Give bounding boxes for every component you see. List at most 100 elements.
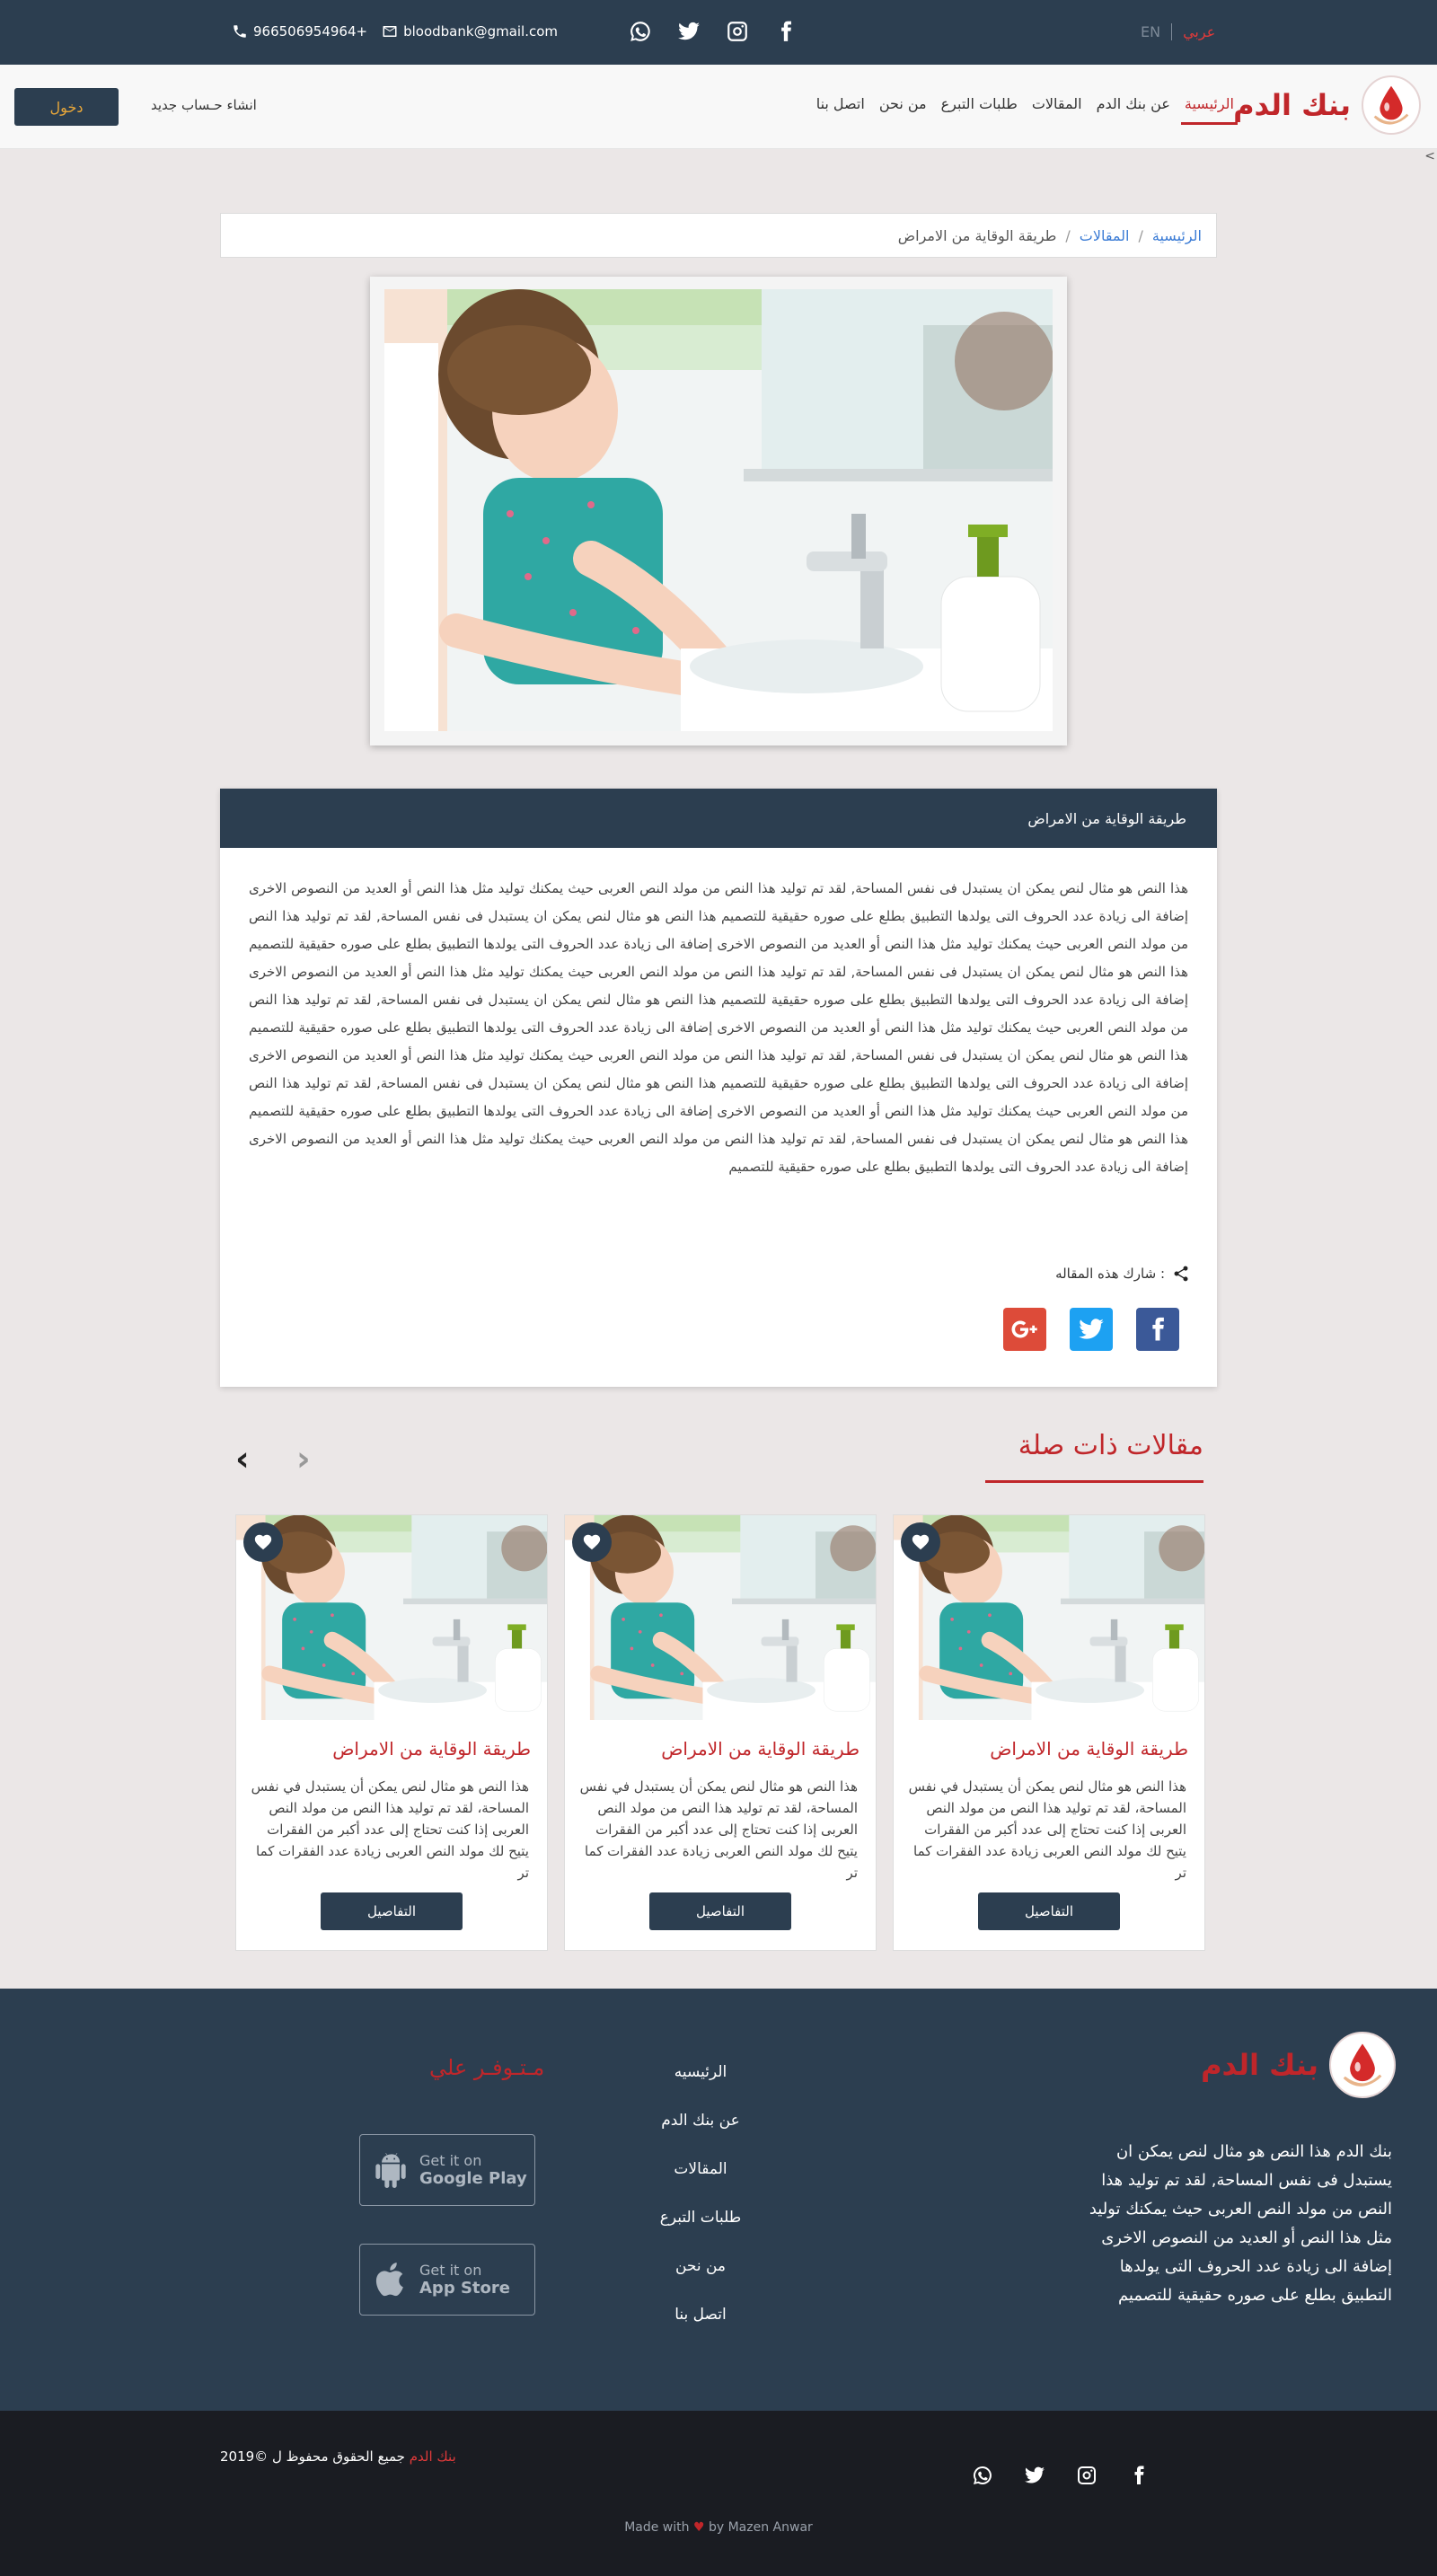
nav-item-about-bloodbank[interactable]: عن بنك الدم — [1097, 95, 1170, 112]
article-card: طريقة الوقاية من الامراض هذا النص هو مثا… — [220, 789, 1217, 1387]
nav-item-donation-requests[interactable]: طلبات التبرع — [941, 95, 1018, 112]
language-switcher: EN عربي — [1141, 23, 1215, 40]
whatsapp-icon[interactable] — [629, 20, 652, 43]
available-on-title: مـتـوفـر علي — [429, 2055, 545, 2080]
google-play-top-text: Get it on — [419, 2152, 482, 2169]
card-description: هذا النص هو مثال لنص يمكن أن يستبدل في ن… — [908, 1778, 1186, 1881]
related-article-card: طريقة الوقاية من الامراض هذا النص هو مثا… — [564, 1514, 877, 1951]
share-icon — [1172, 1265, 1190, 1283]
app-store-bottom-text: App Store — [419, 2279, 510, 2298]
instagram-icon[interactable] — [1076, 2465, 1098, 2486]
carousel-next-arrow[interactable]: › — [296, 1439, 311, 1478]
footer-link-contact[interactable]: اتصل بنا — [674, 2306, 727, 2324]
heart-icon — [253, 1532, 273, 1552]
app-store-badge[interactable]: Get it on App Store — [359, 2244, 535, 2316]
facebook-icon[interactable] — [1128, 2465, 1150, 2486]
footer-link-about-bloodbank[interactable]: عن بنك الدم — [661, 2112, 739, 2130]
footer-description: بنك الدم هذا النص هو مثال لنص يمكن ان يس… — [1089, 2142, 1392, 2305]
main-navbar: دخول انشاء حـساب جديد اتصل بنا من نحن طل… — [0, 65, 1437, 163]
nav-item-about-us[interactable]: من نحن — [879, 95, 927, 112]
article-body: هذا النص هو مثال لنص يمكن ان يستبدل فى ن… — [249, 880, 1188, 1175]
card-description: هذا النص هو مثال لنص يمكن أن يستبدل في ن… — [251, 1778, 529, 1881]
instagram-icon[interactable] — [726, 20, 749, 43]
article-thumbnail[interactable] — [236, 1515, 547, 1720]
child-washing-hands-photo — [384, 289, 1053, 731]
contact-info: 966506954964+ bloodbank@gmail.com — [232, 23, 558, 40]
facebook-icon[interactable] — [774, 20, 798, 43]
footer-link-donation-requests[interactable]: طلبات التبرع — [660, 2209, 742, 2227]
share-facebook-button[interactable] — [1136, 1308, 1179, 1351]
details-button[interactable]: التفاصيل — [321, 1892, 463, 1930]
heart-icon — [911, 1532, 930, 1552]
lang-en-link[interactable]: EN — [1141, 23, 1173, 40]
breadcrumb-separator: / — [1065, 226, 1071, 244]
brand[interactable]: بنك الدم — [1233, 75, 1421, 135]
share-google-plus-button[interactable] — [1003, 1308, 1046, 1351]
facebook-icon — [1144, 1316, 1171, 1343]
brand-name: بنك الدم — [1233, 88, 1351, 122]
made-suffix: by Mazen Anwar — [708, 2520, 813, 2535]
details-button[interactable]: التفاصيل — [649, 1892, 791, 1930]
app-store-top-text: Get it on — [419, 2262, 482, 2279]
nav-menu: اتصل بنا من نحن طلبات التبرع المقالات عن… — [816, 95, 1239, 125]
nav-item-articles[interactable]: المقالات — [1032, 95, 1082, 112]
article-thumbnail[interactable] — [565, 1515, 876, 1720]
google-play-badge[interactable]: Get it on Google Play — [359, 2134, 535, 2206]
login-button[interactable]: دخول — [14, 88, 119, 126]
register-link[interactable]: انشاء حـساب جديد — [151, 97, 257, 113]
made-with-credit: Made with ♥ by Mazen Anwar — [0, 2520, 1437, 2535]
bottom-social-links — [972, 2465, 1150, 2486]
phone-icon — [232, 23, 248, 40]
breadcrumb-separator: / — [1138, 226, 1143, 244]
card-title[interactable]: طريقة الوقاية من الامراض — [990, 1738, 1188, 1760]
favorite-button[interactable] — [243, 1522, 283, 1562]
google-play-bottom-text: Google Play — [419, 2169, 527, 2188]
top-bar: 966506954964+ bloodbank@gmail.com EN عرب… — [0, 0, 1437, 65]
card-description: هذا النص هو مثال لنص يمكن أن يستبدل في ن… — [579, 1778, 858, 1881]
footer-link-home[interactable]: الرئيسيه — [674, 2063, 727, 2081]
breadcrumb-current: طريقة الوقاية من الامراض — [897, 226, 1057, 244]
footer-link-about-us[interactable]: من نحن — [675, 2257, 726, 2275]
blood-drop-logo-icon — [1365, 79, 1417, 131]
article-thumbnail[interactable] — [894, 1515, 1204, 1720]
email-contact[interactable]: bloodbank@gmail.com — [382, 23, 558, 40]
nav-item-home[interactable]: الرئيسية — [1180, 95, 1239, 125]
twitter-icon[interactable] — [677, 20, 701, 43]
article-title: طريقة الوقاية من الامراض — [1027, 809, 1186, 827]
article-hero-image — [370, 277, 1067, 745]
logo — [1362, 75, 1421, 135]
copyright-year: 2019© — [220, 2448, 269, 2465]
share-buttons — [1003, 1308, 1179, 1351]
phone-contact[interactable]: 966506954964+ — [232, 23, 367, 40]
footer-link-articles[interactable]: المقالات — [674, 2160, 727, 2178]
bottom-bar: 2019© بنك الدم جميع الحقوق محفوظ ل Made … — [0, 2411, 1437, 2576]
twitter-icon[interactable] — [1024, 2465, 1045, 2486]
card-title[interactable]: طريقة الوقاية من الامراض — [661, 1738, 860, 1760]
carousel-prev-arrow[interactable]: ‹ — [235, 1439, 250, 1478]
blood-drop-logo-icon — [1334, 2036, 1391, 2094]
whatsapp-icon[interactable] — [972, 2465, 993, 2486]
article-header: طريقة الوقاية من الامراض — [220, 789, 1217, 848]
copyright-brand: بنك الدم — [409, 2448, 456, 2465]
related-articles-title: مقالات ذات صلة — [1018, 1430, 1203, 1461]
favorite-button[interactable] — [901, 1522, 940, 1562]
side-toggle[interactable]: < — [1424, 149, 1435, 163]
breadcrumb-home[interactable]: الرئيسية — [1152, 227, 1202, 244]
twitter-icon — [1078, 1316, 1105, 1343]
email-address: bloodbank@gmail.com — [403, 23, 559, 40]
card-title[interactable]: طريقة الوقاية من الامراض — [332, 1738, 531, 1760]
nav-item-contact[interactable]: اتصل بنا — [816, 95, 865, 112]
footer-brand-name: بنك الدم — [1201, 2048, 1318, 2082]
footer-brand[interactable]: بنك الدم — [1201, 2032, 1396, 2098]
breadcrumb-articles[interactable]: المقالات — [1080, 227, 1130, 244]
related-article-card: طريقة الوقاية من الامراض هذا النص هو مثا… — [235, 1514, 548, 1951]
breadcrumb: طريقة الوقاية من الامراض / المقالات / ال… — [220, 213, 1217, 258]
favorite-button[interactable] — [572, 1522, 612, 1562]
lang-ar-link[interactable]: عربي — [1172, 23, 1215, 40]
heart-icon — [582, 1532, 602, 1552]
made-prefix: Made with — [624, 2520, 690, 2535]
phone-number: 966506954964+ — [253, 23, 368, 40]
details-button[interactable]: التفاصيل — [978, 1892, 1120, 1930]
share-twitter-button[interactable] — [1070, 1308, 1113, 1351]
google-plus-icon — [1011, 1316, 1038, 1343]
